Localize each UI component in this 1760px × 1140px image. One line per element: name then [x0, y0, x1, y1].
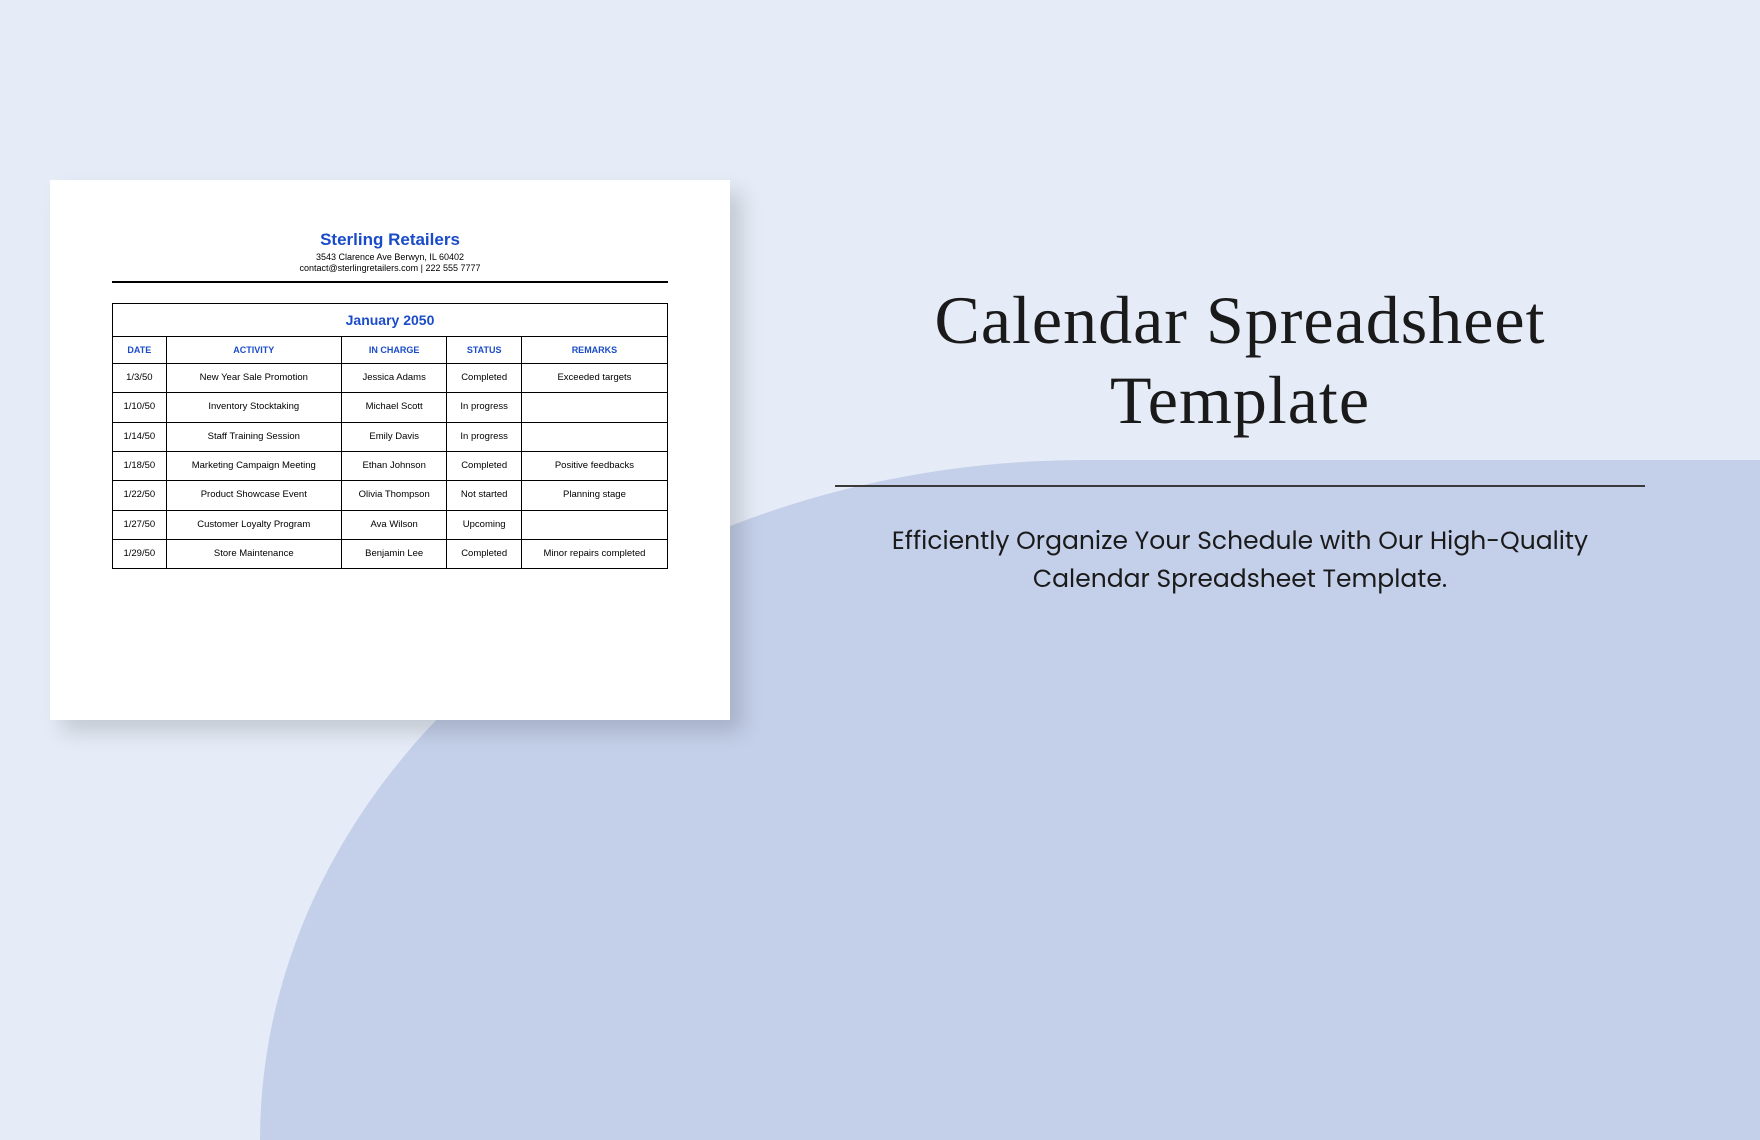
header-divider [112, 281, 668, 283]
col-header-remarks: REMARKS [521, 337, 667, 364]
cell-activity: Store Maintenance [166, 540, 341, 569]
cell-activity: New Year Sale Promotion [166, 364, 341, 393]
page-title: Calendar Spreadsheet Template [790, 280, 1690, 440]
title-line-1: Calendar Spreadsheet [935, 282, 1546, 358]
col-header-activity: ACTIVITY [166, 337, 341, 364]
cell-remarks: Planning stage [521, 481, 667, 510]
cell-status: Completed [447, 540, 521, 569]
cell-remarks [521, 510, 667, 539]
cell-remarks: Minor repairs completed [521, 540, 667, 569]
company-name: Sterling Retailers [80, 230, 700, 250]
cell-remarks: Positive feedbacks [521, 452, 667, 481]
company-contact: contact@sterlingretailers.com | 222 555 … [80, 263, 700, 273]
cell-remarks: Exceeded targets [521, 364, 667, 393]
cell-status: Not started [447, 481, 521, 510]
cell-date: 1/29/50 [113, 540, 167, 569]
cell-in-charge: Benjamin Lee [341, 540, 447, 569]
promo-panel: Calendar Spreadsheet Template Efficientl… [790, 280, 1690, 597]
cell-date: 1/10/50 [113, 393, 167, 422]
cell-remarks [521, 393, 667, 422]
cell-date: 1/22/50 [113, 481, 167, 510]
cell-activity: Inventory Stocktaking [166, 393, 341, 422]
cell-remarks [521, 422, 667, 451]
cell-date: 1/14/50 [113, 422, 167, 451]
cell-date: 1/18/50 [113, 452, 167, 481]
table-row: 1/29/50 Store Maintenance Benjamin Lee C… [113, 540, 668, 569]
cell-status: In progress [447, 422, 521, 451]
col-header-in-charge: IN CHARGE [341, 337, 447, 364]
promo-description: Efficiently Organize Your Schedule with … [790, 522, 1690, 597]
cell-status: Completed [447, 452, 521, 481]
cell-activity: Marketing Campaign Meeting [166, 452, 341, 481]
document-preview-card: Sterling Retailers 3543 Clarence Ave Ber… [50, 180, 730, 720]
table-row: 1/27/50 Customer Loyalty Program Ava Wil… [113, 510, 668, 539]
col-header-status: STATUS [447, 337, 521, 364]
cell-date: 1/3/50 [113, 364, 167, 393]
month-title: January 2050 [113, 304, 668, 337]
company-address: 3543 Clarence Ave Berwyn, IL 60402 [80, 252, 700, 262]
cell-in-charge: Emily Davis [341, 422, 447, 451]
cell-activity: Product Showcase Event [166, 481, 341, 510]
cell-status: Completed [447, 364, 521, 393]
cell-in-charge: Ethan Johnson [341, 452, 447, 481]
table-row: 1/18/50 Marketing Campaign Meeting Ethan… [113, 452, 668, 481]
col-header-date: DATE [113, 337, 167, 364]
title-divider [835, 485, 1645, 487]
table-row: 1/10/50 Inventory Stocktaking Michael Sc… [113, 393, 668, 422]
cell-date: 1/27/50 [113, 510, 167, 539]
table-row: 1/14/50 Staff Training Session Emily Dav… [113, 422, 668, 451]
table-row: 1/3/50 New Year Sale Promotion Jessica A… [113, 364, 668, 393]
cell-activity: Staff Training Session [166, 422, 341, 451]
calendar-table: January 2050 DATE ACTIVITY IN CHARGE STA… [112, 303, 668, 569]
cell-in-charge: Olivia Thompson [341, 481, 447, 510]
cell-status: Upcoming [447, 510, 521, 539]
table-row: 1/22/50 Product Showcase Event Olivia Th… [113, 481, 668, 510]
cell-in-charge: Jessica Adams [341, 364, 447, 393]
table-body: 1/3/50 New Year Sale Promotion Jessica A… [113, 364, 668, 569]
title-line-2: Template [1110, 362, 1370, 438]
cell-activity: Customer Loyalty Program [166, 510, 341, 539]
cell-in-charge: Ava Wilson [341, 510, 447, 539]
cell-status: In progress [447, 393, 521, 422]
cell-in-charge: Michael Scott [341, 393, 447, 422]
